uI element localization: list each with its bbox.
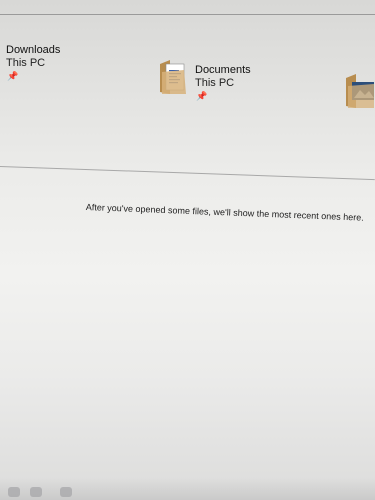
documents-folder-icon <box>160 60 186 94</box>
file-explorer-quick-access: Downloads This PC 📌 Documents This PC 📌 <box>0 0 375 500</box>
recent-files-empty-message: After you've opened some files, we'll sh… <box>85 202 364 223</box>
taskbar <box>0 478 375 500</box>
pictures-folder-icon <box>346 74 374 108</box>
quick-access-item-downloads[interactable]: Downloads This PC 📌 <box>6 44 60 81</box>
taskbar-app-icon[interactable] <box>8 487 20 497</box>
item-location: This PC <box>6 57 46 69</box>
pin-icon: 📌 <box>196 91 208 101</box>
item-location: This PC <box>195 77 235 89</box>
top-divider <box>0 0 375 15</box>
taskbar-app-icon[interactable] <box>60 487 72 497</box>
item-name: Downloads <box>6 44 61 56</box>
section-divider <box>0 166 375 181</box>
pin-icon: 📌 <box>7 71 19 81</box>
item-name: Documents <box>195 64 251 76</box>
taskbar-app-icon[interactable] <box>30 487 42 497</box>
